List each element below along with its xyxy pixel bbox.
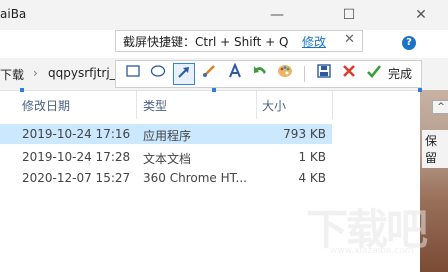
maximize-button[interactable]: ☐ (326, 0, 372, 30)
cell-size: 793 KB (283, 127, 326, 141)
column-type[interactable]: 类型 (143, 97, 167, 114)
side-toggle[interactable]: ^ (432, 100, 448, 114)
capture-toolbar: 完成 (115, 60, 422, 88)
title-bar: aiBa — ☐ ✕ (0, 0, 448, 30)
capture-shortcut-bar: 截屏快捷键：Ctrl + Shift + Q 修改 ✕ (115, 30, 363, 52)
watermark: 下载吧 www.xiazaiba.com (270, 196, 430, 260)
watermark-url: www.xiazaiba.com (330, 246, 414, 256)
column-header: 修改日期 类型 大小 (0, 91, 448, 119)
close-button[interactable]: ✕ (398, 0, 444, 30)
close-icon[interactable]: ✕ (344, 32, 355, 47)
chevron-right-icon: › (33, 66, 38, 80)
cell-date: 2019-10-24 17:28 (22, 150, 131, 164)
window-title: aiBa (0, 7, 27, 21)
minimize-button[interactable]: — (254, 0, 300, 30)
breadcrumb-item-folder[interactable]: qqpysrfjtrj_X (48, 66, 124, 80)
cell-size: 4 KB (298, 171, 326, 185)
table-row[interactable]: 2019-10-24 17:16 应用程序 793 KB (0, 124, 332, 144)
brush-icon[interactable] (198, 63, 220, 85)
undo-icon[interactable] (249, 63, 271, 85)
table-row[interactable]: 2019-10-24 17:28 文本文档 1 KB (0, 147, 332, 167)
cell-type: 文本文档 (143, 152, 192, 166)
column-date[interactable]: 修改日期 (22, 97, 70, 114)
save-icon[interactable] (313, 63, 335, 85)
cell-date: 2020-12-07 15:27 (22, 171, 131, 185)
breadcrumb-item-downloads[interactable]: 下载 (0, 66, 24, 83)
cell-date: 2019-10-24 17:16 (22, 127, 131, 141)
column-divider[interactable] (256, 91, 257, 119)
confirm-icon[interactable] (363, 63, 385, 85)
column-size[interactable]: 大小 (262, 97, 286, 114)
selection-handle[interactable] (212, 88, 216, 92)
cell-type: 360 Chrome HT... (143, 171, 247, 185)
help-icon[interactable]: ? (402, 36, 416, 50)
text-icon[interactable] (224, 62, 246, 85)
shortcut-text: 截屏快捷键：Ctrl + Shift + Q (123, 35, 289, 49)
cancel-icon[interactable] (338, 63, 360, 85)
modify-link[interactable]: 修改 (302, 33, 326, 50)
toolbar-divider (304, 66, 305, 82)
column-divider[interactable] (136, 91, 137, 119)
cell-type: 应用程序 (143, 129, 192, 143)
cell-size: 1 KB (298, 150, 326, 164)
table-row[interactable]: 2020-12-07 15:27 360 Chrome HT... 4 KB (0, 168, 332, 188)
ellipse-icon[interactable] (147, 63, 169, 85)
selection-handle[interactable] (20, 88, 24, 92)
side-label[interactable]: 保留 (422, 130, 448, 168)
selection-handle[interactable] (418, 88, 422, 92)
column-divider[interactable] (332, 91, 333, 119)
rectangle-icon[interactable] (122, 63, 144, 85)
palette-icon[interactable] (274, 63, 296, 85)
done-button[interactable]: 完成 (388, 65, 412, 82)
arrow-icon[interactable] (173, 63, 195, 85)
